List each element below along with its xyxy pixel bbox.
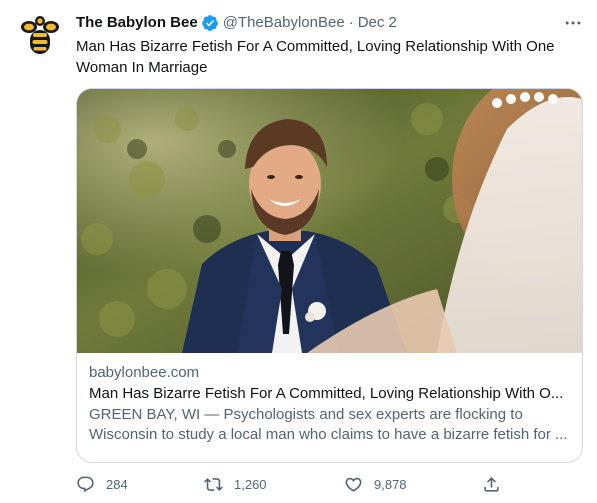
display-name[interactable]: The Babylon Bee: [76, 13, 198, 33]
share-button[interactable]: [482, 472, 501, 496]
retweet-count: 1,260: [234, 476, 267, 492]
wedding-photo: [77, 89, 582, 353]
retweet-button[interactable]: 1,260: [204, 472, 267, 496]
heart-icon: [345, 477, 362, 492]
tweet-text: Man Has Bizarre Fetish For A Committed, …: [76, 38, 555, 76]
reply-count: 284: [106, 476, 128, 492]
author-handle[interactable]: @TheBabylonBee: [223, 13, 345, 33]
verified-badge-icon: [201, 14, 219, 32]
separator-dot: ·: [348, 14, 354, 31]
card-body: babylonbee.com Man Has Bizarre Fetish Fo…: [89, 363, 570, 445]
ellipsis-icon: [565, 21, 581, 25]
share-icon: [484, 476, 499, 492]
link-card[interactable]: babylonbee.com Man Has Bizarre Fetish Fo…: [76, 88, 583, 463]
card-description: GREEN BAY, WI — Psychologists and sex ex…: [89, 406, 568, 443]
card-title: Man Has Bizarre Fetish For A Committed, …: [89, 385, 564, 402]
like-count: 9,878: [374, 476, 407, 492]
tweet-date[interactable]: Dec 2: [358, 13, 397, 33]
more-options-button[interactable]: [560, 12, 586, 34]
card-domain: babylonbee.com: [89, 364, 200, 381]
bee-logo-icon[interactable]: [16, 10, 64, 58]
reply-icon: [77, 476, 94, 492]
tweet: The Babylon Bee @TheBabylonBee · Dec 2 M…: [0, 0, 597, 503]
tweet-header: The Babylon Bee @TheBabylonBee · Dec 2: [76, 12, 397, 34]
like-button[interactable]: 9,878: [344, 472, 407, 496]
reply-button[interactable]: 284: [76, 472, 128, 496]
action-bar: 284 1,260 9,878: [76, 472, 581, 496]
retweet-icon: [204, 477, 223, 491]
